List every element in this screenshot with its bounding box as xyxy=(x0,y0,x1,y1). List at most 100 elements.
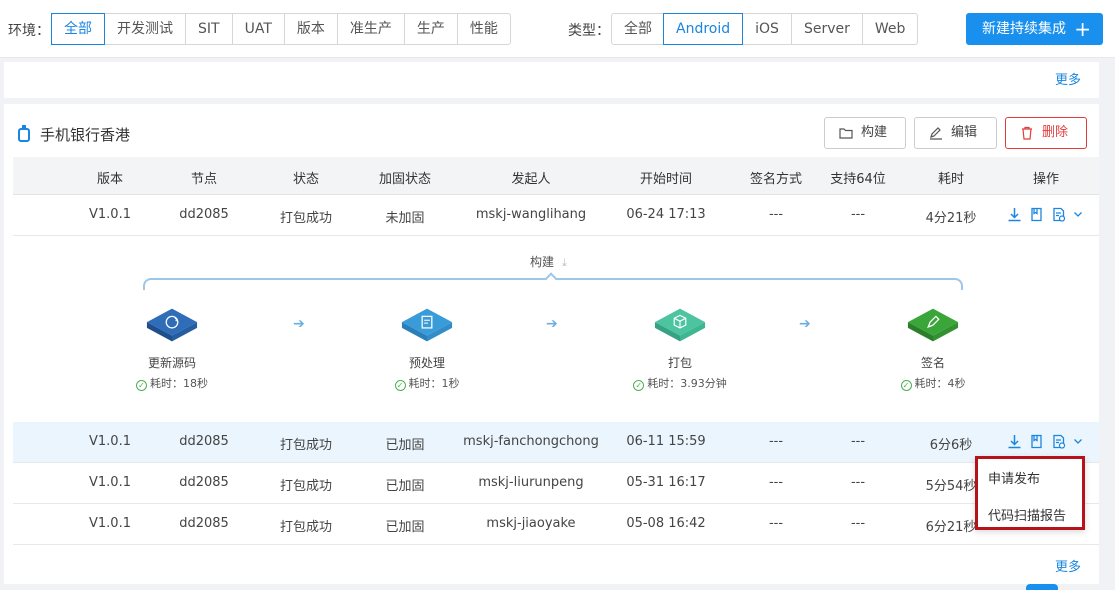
pagination-active[interactable] xyxy=(1026,584,1058,590)
cell-harden: 未加固 xyxy=(385,211,425,226)
col-actions: 操作 xyxy=(1032,172,1059,187)
more-link-bottom[interactable]: 更多 xyxy=(1055,556,1081,575)
type-option-server[interactable]: Server xyxy=(790,14,862,44)
stage-duration-text: 耗时：18秒 xyxy=(150,377,208,390)
cell-harden: 已加固 xyxy=(385,438,425,453)
cell-harden: 已加固 xyxy=(385,479,425,494)
cell-initiator: mskj-fanchongchong xyxy=(463,434,599,449)
project-card: 手机银行香港 构建 编辑 删除 版本 节点 状态 加固状态 发起人 开始时间 签… xyxy=(4,104,1099,584)
table-row[interactable]: V1.0.1 dd2085 打包成功 已加固 mskj-jiaoyake 05-… xyxy=(13,504,1099,545)
bookmark-icon[interactable] xyxy=(1029,434,1044,449)
cell-sign: --- xyxy=(768,516,784,531)
cell-node: dd2085 xyxy=(179,434,229,449)
project-title-text: 手机银行香港 xyxy=(40,126,131,144)
table-header: 版本 节点 状态 加固状态 发起人 开始时间 签名方式 支持64位 耗时 操作 xyxy=(13,157,1099,195)
stage-duration-text: 耗时：3.93分钟 xyxy=(647,377,727,390)
check-circle-icon: ✓ xyxy=(633,380,645,391)
cell-node: dd2085 xyxy=(179,516,229,531)
cell-duration: 4分21秒 xyxy=(925,211,977,226)
env-option-version[interactable]: 版本 xyxy=(283,14,337,44)
stage-package[interactable]: 打包 ✓ 耗时：3.93分钟 xyxy=(615,304,745,391)
download-icon[interactable] xyxy=(1007,434,1022,449)
cell-64bit: --- xyxy=(850,475,866,490)
table-row[interactable]: V1.0.1 dd2085 打包成功 已加固 mskj-fanchongchon… xyxy=(13,422,1099,463)
env-filter-label: 环境： xyxy=(8,23,50,39)
download-icon[interactable] xyxy=(1007,207,1022,222)
report-icon[interactable] xyxy=(1051,434,1066,449)
stage-duration-text: 耗时：4秒 xyxy=(914,377,966,390)
cell-version: V1.0.1 xyxy=(89,434,131,449)
delete-button[interactable]: 删除 xyxy=(1005,117,1087,149)
env-option-sit[interactable]: SIT xyxy=(185,14,232,44)
cell-node: dd2085 xyxy=(179,475,229,490)
edit-button[interactable]: 编辑 xyxy=(914,117,997,149)
type-filter-group: 全部 Android iOS Server Web xyxy=(611,13,919,45)
env-option-perf[interactable]: 性能 xyxy=(456,14,510,44)
stage-sign[interactable]: 签名 ✓ 耗时：4秒 xyxy=(868,304,998,391)
android-icon xyxy=(18,124,30,142)
cell-node: dd2085 xyxy=(179,207,229,222)
report-icon[interactable] xyxy=(1051,207,1066,222)
build-label: 构建 xyxy=(861,125,888,140)
table-row[interactable]: V1.0.1 dd2085 打包成功 已加固 mskj-liurunpeng 0… xyxy=(13,463,1099,504)
cell-status: 打包成功 xyxy=(279,211,332,226)
type-option-ios[interactable]: iOS xyxy=(742,14,791,44)
stage-update-source[interactable]: 更新源码 ✓ 耗时：18秒 xyxy=(107,304,237,391)
arrow-right-icon: ➔ xyxy=(546,316,558,332)
col-version: 版本 xyxy=(96,172,123,187)
previous-card xyxy=(4,62,1099,98)
chevron-down-icon[interactable] xyxy=(1073,207,1083,222)
package-icon xyxy=(654,308,706,342)
check-circle-icon: ✓ xyxy=(394,380,406,391)
check-circle-icon: ✓ xyxy=(136,380,147,391)
project-title: 手机银行香港 xyxy=(18,124,130,145)
stage-name: 更新源码 xyxy=(147,356,196,370)
folder-icon xyxy=(839,128,853,139)
env-option-uat[interactable]: UAT xyxy=(231,14,284,44)
new-ci-button[interactable]: 新建持续集成 + xyxy=(966,13,1103,45)
apply-release-item[interactable]: 申请发布 xyxy=(978,459,1082,496)
cell-start-time: 06-11 15:59 xyxy=(626,434,706,449)
cell-sign: --- xyxy=(768,434,784,449)
col-harden: 加固状态 xyxy=(378,172,431,187)
download-icon[interactable]: ⤓ xyxy=(562,256,567,270)
refresh-icon xyxy=(146,308,198,342)
cell-start-time: 06-24 17:13 xyxy=(626,207,706,222)
col-start-time: 开始时间 xyxy=(639,172,692,187)
plus-icon: + xyxy=(1074,17,1091,41)
type-option-all[interactable]: 全部 xyxy=(612,14,664,44)
trash-icon xyxy=(1022,126,1032,140)
stage-name: 打包 xyxy=(667,356,692,370)
col-status: 状态 xyxy=(292,172,319,187)
document-icon xyxy=(401,308,453,342)
stage-duration: ✓ 耗时：18秒 xyxy=(107,375,237,391)
type-option-web[interactable]: Web xyxy=(861,14,918,44)
cell-sign: --- xyxy=(768,475,784,490)
build-button[interactable]: 构建 xyxy=(824,117,906,149)
cell-64bit: --- xyxy=(850,207,866,222)
cell-harden: 已加固 xyxy=(385,520,425,535)
stage-duration: ✓ 耗时：3.93分钟 xyxy=(615,375,745,391)
env-option-dev-test[interactable]: 开发测试 xyxy=(104,14,185,44)
pipeline-title-text: 构建 xyxy=(530,255,555,269)
cell-start-time: 05-31 16:17 xyxy=(626,475,706,490)
env-option-all[interactable]: 全部 xyxy=(51,13,105,45)
env-option-prod[interactable]: 生产 xyxy=(403,14,457,44)
more-link-top[interactable]: 更多 xyxy=(1055,69,1081,88)
edit-icon xyxy=(930,127,942,140)
chevron-down-icon[interactable] xyxy=(1073,434,1083,449)
stage-duration-text: 耗时：1秒 xyxy=(408,377,460,390)
env-option-pre-prod[interactable]: 准生产 xyxy=(336,14,404,44)
type-option-android[interactable]: Android xyxy=(663,13,744,45)
cell-duration: 6分6秒 xyxy=(929,438,973,453)
check-circle-icon: ✓ xyxy=(900,380,912,391)
col-duration: 耗时 xyxy=(937,172,964,187)
stage-preprocess[interactable]: 预处理 ✓ 耗时：1秒 xyxy=(362,304,492,391)
code-scan-report-item[interactable]: 代码扫描报告 xyxy=(978,496,1082,533)
row-actions xyxy=(1007,434,1083,449)
cell-64bit: --- xyxy=(850,434,866,449)
table-row[interactable]: V1.0.1 dd2085 打包成功 未加固 mskj-wanglihang 0… xyxy=(13,195,1099,236)
pen-icon xyxy=(907,308,959,342)
col-64bit: 支持64位 xyxy=(830,172,886,187)
bookmark-icon[interactable] xyxy=(1029,207,1044,222)
